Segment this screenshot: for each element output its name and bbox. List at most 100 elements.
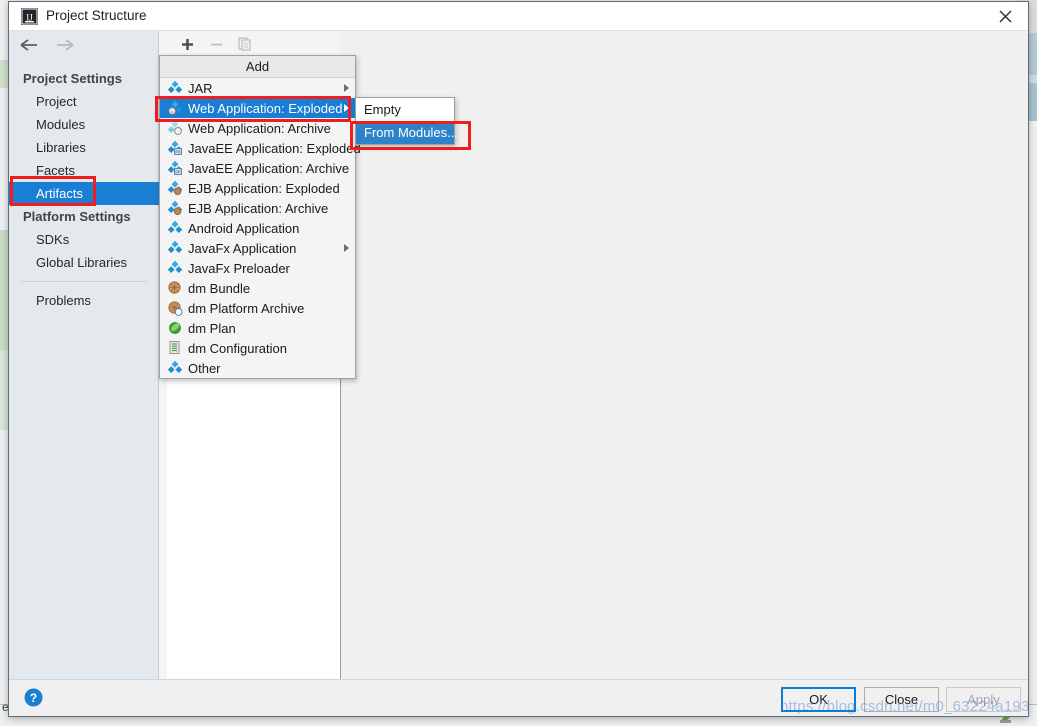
- ejb-archive-icon: [166, 200, 183, 216]
- plus-icon: [181, 38, 193, 50]
- sidebar-list: Project Settings Project Modules Librari…: [9, 67, 159, 312]
- add-menu-item-label: Android Application: [188, 220, 300, 236]
- copy-artifact-button[interactable]: [237, 36, 253, 52]
- submenu-item-empty[interactable]: Empty: [356, 98, 454, 121]
- add-menu-item-dm-configuration[interactable]: dm Configuration: [160, 338, 355, 358]
- add-menu-item-dm-bundle[interactable]: dm Bundle: [160, 278, 355, 298]
- dm-plan-icon: [166, 320, 183, 336]
- web-exploded-icon: ●: [167, 100, 182, 115]
- add-menu-item-javaee-application-exploded[interactable]: EE JavaEE Application: Exploded: [160, 138, 361, 158]
- add-menu-item-javafx-application[interactable]: JavaFx Application: [160, 238, 355, 258]
- submenu-arrow-icon: [344, 104, 349, 112]
- close-dialog-button[interactable]: Close: [864, 687, 939, 712]
- svg-text:?: ?: [30, 691, 37, 705]
- dm-bundle-icon: [166, 280, 183, 296]
- add-menu-item-other[interactable]: Other: [160, 358, 355, 378]
- add-menu-item-label: dm Bundle: [188, 280, 251, 296]
- jar-icon: [167, 80, 182, 93]
- sidebar-item-facets[interactable]: Facets: [9, 159, 159, 182]
- javaee-archive-icon: EE: [167, 160, 182, 175]
- ok-button[interactable]: OK: [781, 687, 856, 712]
- javafx-icon: [167, 240, 182, 253]
- add-menu-item-label: EJB Application: Archive: [188, 200, 329, 216]
- dm-config-icon: [169, 341, 179, 354]
- svg-text:EE: EE: [175, 169, 181, 174]
- add-menu-item-ejb-application-exploded[interactable]: EJB Application: Exploded: [160, 178, 355, 198]
- add-artifact-button[interactable]: [179, 36, 195, 52]
- add-menu-item-label: EJB Application: Exploded: [188, 180, 340, 196]
- add-menu-item-dm-plan[interactable]: dm Plan: [160, 318, 355, 338]
- ejb-exploded-icon: [166, 180, 183, 196]
- add-menu-item-label: JavaEE Application: Archive: [188, 160, 350, 176]
- add-menu-item-jar[interactable]: JAR: [160, 78, 355, 98]
- add-menu-item-dm-platform-archive[interactable]: dm Platform Archive: [160, 298, 355, 318]
- sidebar-item-libraries[interactable]: Libraries: [9, 136, 159, 159]
- sidebar-heading-project-settings: Project Settings: [23, 71, 122, 86]
- close-button[interactable]: [982, 2, 1028, 30]
- sidebar-divider: [21, 281, 147, 282]
- javafx-preloader-icon: [167, 260, 182, 273]
- sidebar-item-problems[interactable]: Problems: [9, 289, 159, 312]
- add-menu-item-label: JavaFx Application: [188, 240, 297, 256]
- javaee-exploded-icon: EE: [166, 140, 183, 156]
- other-icon: [166, 360, 183, 376]
- add-menu-item-web-application-exploded[interactable]: ● Web Application: Exploded: [160, 98, 355, 118]
- dm-platform-icon: [167, 301, 182, 316]
- dm-platform-icon: [166, 300, 183, 316]
- add-menu-item-label: Other: [188, 360, 221, 376]
- sidebar-item-project[interactable]: Project: [9, 90, 159, 113]
- add-menu-item-javaee-application-archive[interactable]: EE JavaEE Application: Archive: [160, 158, 355, 178]
- add-menu-item-label: dm Platform Archive: [188, 300, 305, 316]
- remove-artifact-button[interactable]: [208, 36, 224, 52]
- intellij-idea-icon: IJ: [21, 8, 38, 25]
- sidebar-item-global-libraries[interactable]: Global Libraries: [9, 251, 159, 274]
- sidebar-heading-platform-settings: Platform Settings: [23, 209, 131, 224]
- add-artifact-menu: Add JAR ● Web Application: Exploded Web App…: [159, 55, 361, 379]
- javafx-icon: [166, 240, 183, 256]
- dm-bundle-icon: [167, 281, 181, 294]
- arrow-left-icon[interactable]: [19, 38, 39, 52]
- add-menu-item-list: JAR ● Web Application: Exploded Web Applica…: [160, 78, 361, 378]
- svg-text:EE: EE: [175, 149, 181, 154]
- other-icon: [167, 360, 182, 373]
- dialog-footer: ? OK Close Apply: [9, 679, 1028, 716]
- web-archive-icon: [166, 120, 183, 136]
- dialog-title: Project Structure: [46, 8, 147, 23]
- settings-sidebar: Project Settings Project Modules Librari…: [9, 31, 159, 681]
- add-menu-item-label: dm Plan: [188, 320, 236, 336]
- add-menu-item-label: Web Application: Exploded: [188, 100, 343, 116]
- sidebar-item-artifacts[interactable]: Artifacts: [9, 182, 159, 205]
- submenu-arrow-icon: [344, 84, 349, 92]
- dm-config-icon: [166, 340, 183, 356]
- web-exploded-submenu: Empty From Modules...: [355, 97, 458, 145]
- web-exploded-icon: ●: [166, 100, 183, 116]
- svg-text:●: ●: [171, 110, 173, 114]
- add-menu-item-label: Web Application: Archive: [188, 120, 331, 136]
- help-icon[interactable]: ?: [24, 688, 43, 707]
- add-menu-item-label: dm Configuration: [188, 340, 287, 356]
- arrow-right-icon[interactable]: [55, 38, 75, 52]
- submenu-item-from-modules[interactable]: From Modules...: [356, 121, 458, 144]
- javaee-archive-icon: EE: [166, 160, 183, 176]
- apply-button: Apply: [946, 687, 1021, 712]
- sidebar-item-sdks[interactable]: SDKs: [9, 228, 159, 251]
- add-menu-item-label: JAR: [188, 80, 213, 96]
- sidebar-item-modules[interactable]: Modules: [9, 113, 159, 136]
- copy-icon: [238, 37, 251, 51]
- jar-icon: [166, 80, 183, 96]
- navigation-arrows: [19, 38, 75, 52]
- dm-plan-icon: [168, 322, 181, 334]
- javaee-exploded-icon: EE: [167, 140, 182, 155]
- android-icon: [167, 220, 182, 233]
- add-menu-item-ejb-application-archive[interactable]: EJB Application: Archive: [160, 198, 355, 218]
- minus-icon: [210, 43, 222, 45]
- add-menu-title: Add: [160, 56, 355, 78]
- dialog-titlebar: IJ Project Structure: [9, 2, 1028, 31]
- add-menu-item-android-application[interactable]: Android Application: [160, 218, 355, 238]
- ejb-exploded-icon: [167, 180, 182, 196]
- add-menu-item-label: JavaFx Preloader: [188, 260, 290, 276]
- add-menu-item-web-application-archive[interactable]: Web Application: Archive: [160, 118, 355, 138]
- artifacts-toolbar: [167, 31, 341, 58]
- add-menu-item-javafx-preloader[interactable]: JavaFx Preloader: [160, 258, 355, 278]
- javafx-preloader-icon: [166, 260, 183, 276]
